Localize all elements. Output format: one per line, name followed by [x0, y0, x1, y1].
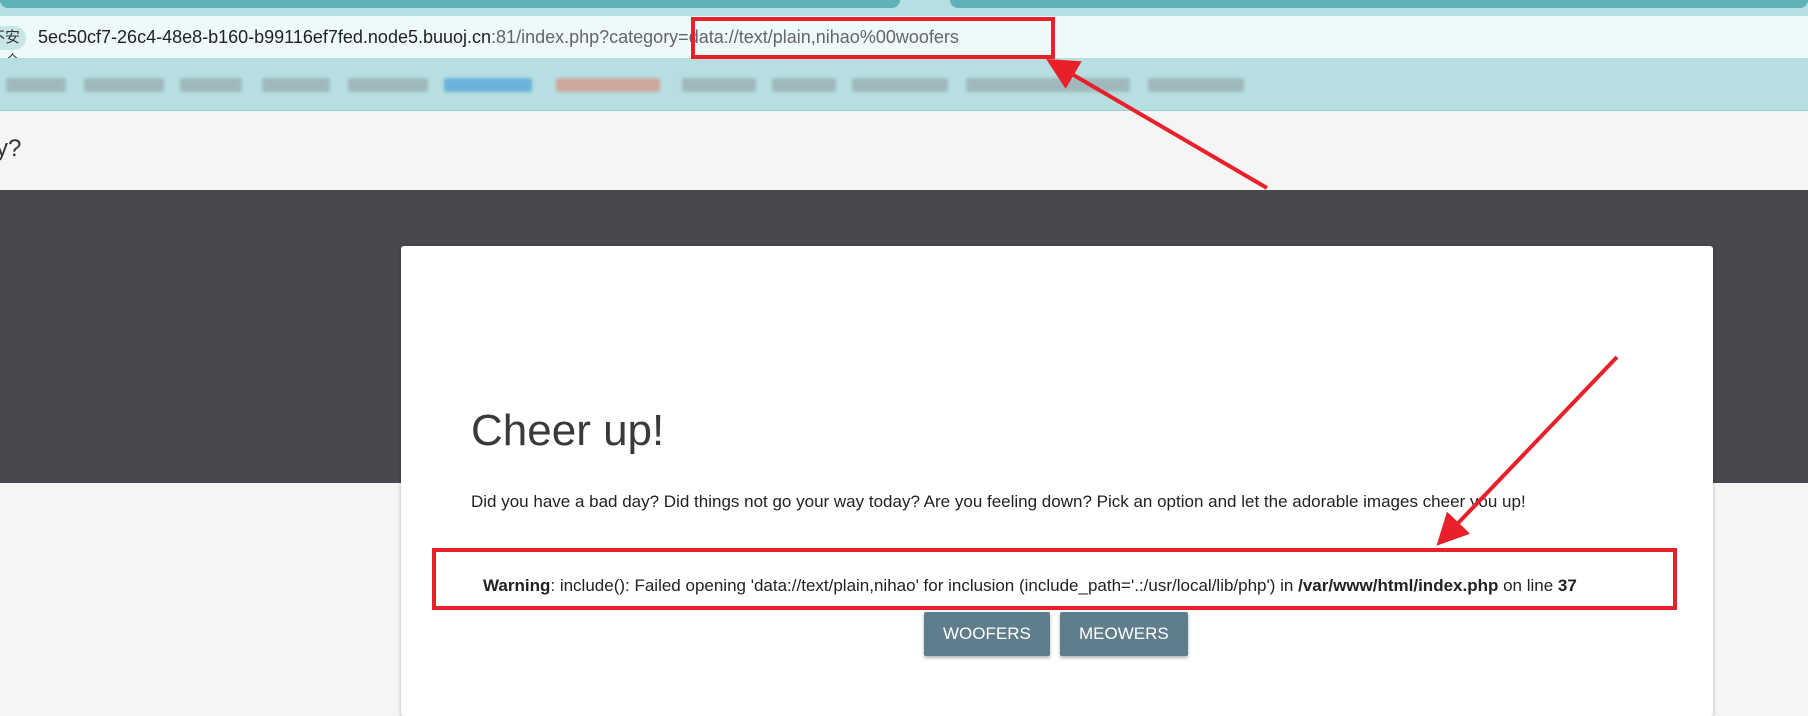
url-host: 5ec50cf7-26c4-48e8-b160-b99116ef7fed.nod… [38, 27, 492, 47]
bookmark-item[interactable] [556, 78, 660, 92]
meowers-button[interactable]: MEOWERS [1060, 612, 1188, 656]
bookmark-item[interactable] [966, 78, 1130, 92]
bookmark-item[interactable] [1148, 78, 1244, 92]
bookmarks-bar [0, 58, 1808, 111]
page-header: y? [0, 111, 1808, 190]
tab-left[interactable] [0, 0, 900, 8]
card-description: Did you have a bad day? Did things not g… [471, 492, 1526, 511]
question-fragment: y? [0, 135, 22, 162]
page-title: Cheer up! [471, 406, 665, 455]
bookmark-item[interactable] [348, 78, 428, 92]
content-card: Cheer up! Did you have a bad day? Did th… [401, 246, 1713, 716]
bookmark-item[interactable] [84, 78, 164, 92]
woofers-button[interactable]: WOOFERS [924, 612, 1050, 656]
bookmark-item[interactable] [852, 78, 948, 92]
bookmark-item[interactable] [262, 78, 330, 92]
bookmark-item[interactable] [772, 78, 836, 92]
bookmark-item[interactable] [682, 78, 756, 92]
bookmark-item[interactable] [6, 78, 66, 92]
url-highlight-box [691, 17, 1055, 59]
security-indicator[interactable]: 不安全 [0, 26, 26, 70]
bookmark-item[interactable] [444, 78, 532, 92]
tab-right[interactable] [950, 0, 1808, 8]
warning-highlight-box [432, 548, 1677, 610]
tab-strip [0, 0, 1808, 16]
bookmark-item[interactable] [180, 78, 242, 92]
